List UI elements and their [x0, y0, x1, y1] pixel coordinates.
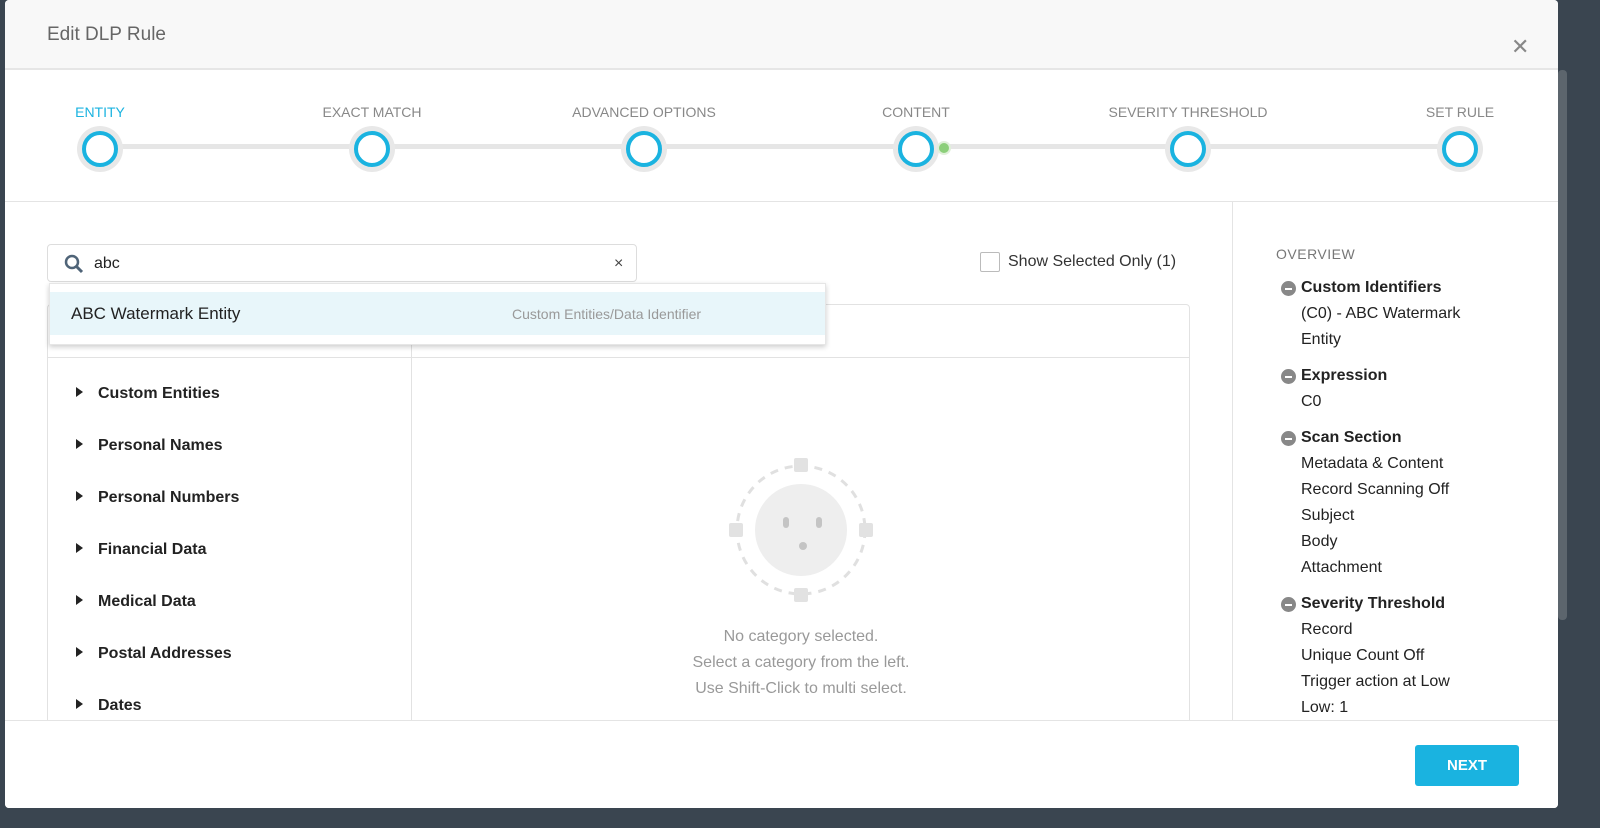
step-circle [1165, 126, 1211, 172]
search-input[interactable]: abc × [47, 244, 637, 282]
dialog-footer: NEXT [5, 720, 1558, 808]
step-circle [77, 126, 123, 172]
clear-search-icon[interactable]: × [614, 255, 623, 273]
category-postal-addresses[interactable]: Postal Addresses [76, 645, 232, 663]
step-circle [893, 126, 939, 172]
category-custom-entities[interactable]: Custom Entities [76, 385, 220, 403]
step-circle [1437, 126, 1483, 172]
category-financial-data[interactable]: Financial Data [76, 541, 206, 559]
dialog-header: Edit DLP Rule ✕ [5, 0, 1558, 70]
step-circle [349, 126, 395, 172]
close-icon[interactable]: ✕ [1511, 34, 1529, 60]
wizard-stepper: ENTITY EXACT MATCH ADVANCED OPTIONS CONT… [5, 72, 1558, 202]
edit-dlp-rule-dialog: Edit DLP Rule ✕ ENTITY EXACT MATCH ADVAN… [5, 0, 1558, 808]
empty-plug-icon [729, 458, 873, 602]
search-result-item[interactable]: ABC Watermark Entity Custom Entities/Dat… [50, 292, 825, 335]
overview-expression: Expression C0 [1281, 363, 1387, 415]
search-icon [64, 254, 84, 274]
category-medical-data[interactable]: Medical Data [76, 593, 196, 611]
empty-state: No category selected. Select a category … [412, 455, 1190, 702]
overview-custom-identifiers: Custom Identifiers (C0) - ABC Watermark … [1281, 275, 1460, 353]
scrollbar[interactable] [1558, 70, 1567, 620]
category-personal-numbers[interactable]: Personal Numbers [76, 489, 239, 507]
search-results-dropdown: ABC Watermark Entity Custom Entities/Dat… [49, 283, 826, 345]
category-personal-names[interactable]: Personal Names [76, 437, 223, 455]
overview-severity-threshold: Severity Threshold Record Unique Count O… [1281, 591, 1450, 721]
overview-panel: OVERVIEW Custom Identifiers (C0) - ABC W… [1232, 202, 1558, 720]
next-button[interactable]: NEXT [1415, 745, 1519, 786]
category-dates[interactable]: Dates [76, 697, 142, 715]
stepper-track [100, 144, 1460, 149]
category-table: Custom Entities Personal Names Personal … [47, 304, 1190, 734]
show-selected-checkbox[interactable] [980, 252, 1000, 272]
dialog-title: Edit DLP Rule [47, 24, 166, 45]
show-selected-label[interactable]: Show Selected Only (1) [1008, 253, 1176, 271]
progress-dot [937, 141, 951, 155]
overview-scan-section: Scan Section Metadata & Content Record S… [1281, 425, 1449, 581]
step-circle [621, 126, 667, 172]
search-value: abc [94, 255, 120, 272]
